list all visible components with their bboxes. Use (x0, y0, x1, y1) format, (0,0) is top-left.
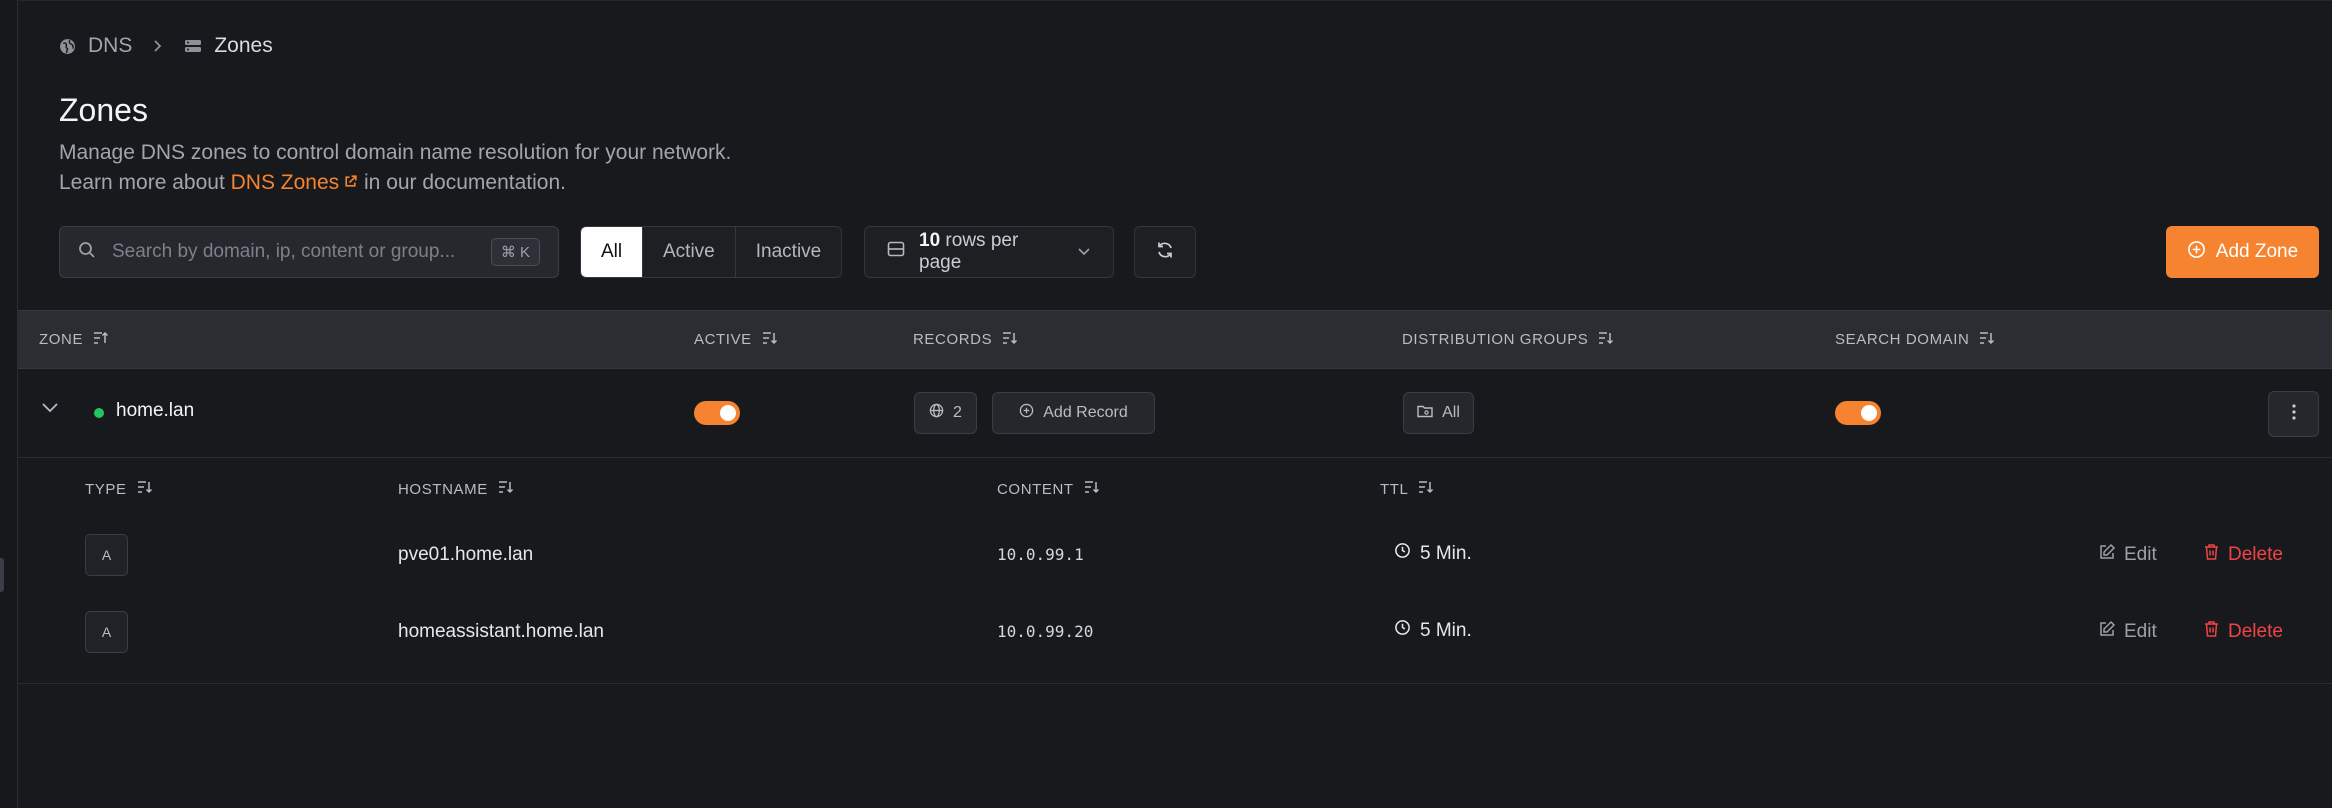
table-row[interactable]: home.lan 2 Add Record All (18, 369, 2332, 458)
breadcrumb: DNS Zones (59, 33, 273, 59)
refresh-button[interactable] (1134, 226, 1196, 278)
breadcrumb-zones[interactable]: Zones (184, 34, 273, 58)
search-domain-toggle[interactable] (1835, 401, 1881, 425)
description-line-2: Learn more about DNS Zones in our docume… (59, 168, 731, 198)
more-vertical-icon (2291, 403, 2297, 426)
add-zone-button[interactable]: Add Zone (2166, 226, 2319, 278)
status-dot (94, 408, 104, 418)
search-input[interactable]: Search by domain, ip, content or group..… (59, 226, 559, 278)
breadcrumb-zones-label: Zones (214, 34, 273, 57)
sort-icon (1979, 331, 1995, 349)
column-ttl[interactable]: TTL (1380, 480, 1434, 498)
add-record-button[interactable]: Add Record (992, 392, 1155, 434)
sort-icon (1002, 331, 1018, 349)
description-suffix: in our documentation. (364, 171, 566, 194)
records-count-badge[interactable]: 2 (914, 392, 977, 434)
sort-icon (1418, 480, 1434, 498)
record-content: 10.0.99.20 (997, 622, 1094, 641)
edit-button[interactable]: Edit (2098, 620, 2157, 644)
description-line-1: Manage DNS zones to control domain name … (59, 141, 732, 164)
external-link-icon (343, 168, 358, 198)
sort-icon (137, 480, 153, 498)
trash-icon (2203, 620, 2220, 644)
sort-icon (1084, 480, 1100, 498)
search-icon (78, 241, 96, 264)
column-records[interactable]: Records (913, 311, 1018, 368)
filter-all[interactable]: All (581, 227, 642, 277)
top-divider (18, 0, 2332, 1)
record-row[interactable]: A homeassistant.home.lan 10.0.99.20 5 Mi… (18, 594, 2332, 671)
refresh-icon (1155, 240, 1175, 265)
record-type-badge: A (85, 611, 128, 653)
table-rows-icon (887, 240, 905, 264)
chevron-right-icon (152, 39, 164, 53)
clock-icon (1394, 619, 1411, 642)
plus-circle-icon (2187, 240, 2206, 265)
search-placeholder: Search by domain, ip, content or group..… (112, 241, 456, 262)
record-ttl: 5 Min. (1394, 542, 1472, 565)
sort-icon (1598, 331, 1614, 349)
left-rail (0, 0, 18, 808)
zone-active-toggle[interactable] (694, 401, 740, 425)
column-content[interactable]: Content (997, 480, 1100, 498)
column-hostname[interactable]: Hostname (398, 480, 514, 498)
edit-button[interactable]: Edit (2098, 543, 2157, 567)
record-type-badge: A (85, 534, 128, 576)
table-header: Zone Active Records Distribution Groups … (18, 310, 2332, 369)
column-active[interactable]: Active (694, 311, 778, 368)
docs-link-label: DNS Zones (230, 171, 340, 194)
column-search-domain[interactable]: Search Domain (1835, 311, 1995, 368)
row-actions-button[interactable] (2268, 391, 2319, 437)
sort-ascending-icon (93, 331, 109, 349)
distribution-group-badge[interactable]: All (1403, 392, 1474, 434)
table-divider (18, 683, 2332, 684)
records-header: Type Hostname Content TTL (18, 458, 2332, 520)
sort-icon (498, 480, 514, 498)
clock-icon (1394, 542, 1411, 565)
delete-button[interactable]: Delete (2203, 543, 2283, 567)
sort-icon (762, 331, 778, 349)
delete-button[interactable]: Delete (2203, 620, 2283, 644)
rows-per-page-value: 10 rows per page (919, 230, 1019, 273)
filter-inactive[interactable]: Inactive (734, 227, 841, 277)
folder-icon (1417, 404, 1433, 423)
docs-link[interactable]: DNS Zones (231, 168, 359, 198)
expand-chevron-icon[interactable] (40, 401, 60, 420)
page-title: Zones (59, 92, 148, 128)
edit-icon (2098, 543, 2116, 567)
record-ttl: 5 Min. (1394, 619, 1472, 642)
rows-per-page-select[interactable]: 10 rows per page (864, 226, 1114, 278)
record-row[interactable]: A pve01.home.lan 10.0.99.1 5 Min. Edit D… (18, 517, 2332, 594)
edit-icon (2098, 620, 2116, 644)
breadcrumb-dns-label: DNS (88, 34, 133, 57)
globe-icon (59, 38, 76, 55)
add-zone-label: Add Zone (2215, 241, 2299, 262)
zone-name[interactable]: home.lan (116, 400, 194, 422)
record-hostname: homeassistant.home.lan (398, 621, 604, 642)
server-icon (184, 38, 202, 54)
page-description: Manage DNS zones to control domain name … (59, 138, 731, 198)
sidebar-resize-handle[interactable] (0, 558, 4, 592)
description-prefix: Learn more about (59, 171, 225, 194)
trash-icon (2203, 543, 2220, 567)
filter-active[interactable]: Active (642, 227, 735, 277)
status-filter: All Active Inactive (580, 226, 843, 278)
breadcrumb-dns[interactable]: DNS (59, 34, 132, 58)
column-distribution-groups[interactable]: Distribution Groups (1402, 311, 1614, 368)
globe-icon (929, 403, 944, 423)
plus-circle-icon (1019, 403, 1034, 423)
column-zone[interactable]: Zone (39, 311, 109, 368)
record-content: 10.0.99.1 (997, 545, 1084, 564)
record-hostname: pve01.home.lan (398, 544, 534, 565)
keyboard-shortcut-badge: ⌘ K (490, 238, 540, 266)
chevron-down-icon (1077, 241, 1091, 263)
column-type[interactable]: Type (85, 480, 153, 498)
